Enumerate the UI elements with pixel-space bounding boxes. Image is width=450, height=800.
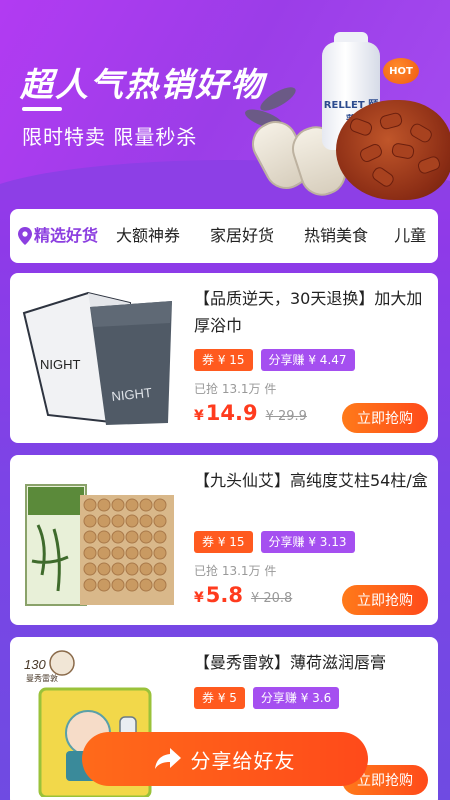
towel-image: NIGHT NIGHT [22, 291, 172, 425]
share-earn-badge: 分享赚 ¥ 3.13 [260, 531, 355, 553]
product-title: 【九头仙艾】高纯度艾柱54柱/盒 [194, 471, 428, 490]
share-arrow-icon [154, 748, 181, 769]
currency-symbol: ¥ [194, 590, 204, 606]
tab-featured[interactable]: 精选好货 [18, 209, 98, 263]
tab-label: 精选好货 [34, 226, 99, 245]
tab-home-goods[interactable]: 家居好货 [210, 209, 274, 263]
product-card[interactable]: 【九头仙艾】高纯度艾柱54柱/盒 券 ¥ 15 分享赚 ¥ 3.13 已抢 13… [10, 455, 438, 625]
promo-banner[interactable]: 超人气热销好物 限时特卖 限量秒杀 RELLET 颐莲 HOT [0, 0, 450, 200]
original-price: ¥ 29.9 [265, 409, 307, 424]
location-pin-icon [18, 227, 32, 245]
sold-count: 已抢 13.1万 件 [194, 564, 277, 578]
buy-now-button[interactable]: 立即抢购 [342, 403, 428, 433]
food-image [336, 100, 450, 200]
price: 5.8 [205, 583, 243, 607]
banner-product-art: RELLET 颐莲 HOT [240, 30, 450, 200]
sold-count: 已抢 13.1万 件 [194, 382, 277, 396]
coupon-badge: 券 ¥ 15 [194, 531, 253, 553]
share-earn-badge: 分享赚 ¥ 4.47 [260, 349, 355, 371]
banner-divider [22, 107, 62, 111]
towel-text-white: NIGHT [40, 357, 81, 372]
coupon-badge: 券 ¥ 15 [194, 349, 253, 371]
brand-number-text: 130 [24, 657, 46, 672]
hot-badge: HOT [383, 58, 419, 84]
price: 14.9 [205, 401, 258, 425]
share-earn-badge: 分享赚 ¥ 3.6 [252, 687, 340, 709]
product-title: 【品质逆天，30天退换】加大加厚浴巾 [194, 289, 423, 335]
banner-subtitle: 限时特卖 限量秒杀 [22, 125, 198, 149]
banner-title: 超人气热销好物 [20, 65, 265, 104]
original-price: ¥ 20.8 [250, 591, 293, 606]
tab-kids[interactable]: 儿童 [394, 209, 426, 263]
coupon-badge: 券 ¥ 5 [194, 687, 245, 709]
product-card[interactable]: NIGHT NIGHT 【品质逆天，30天退换】加大加厚浴巾 券 ¥ 15 分享… [10, 273, 438, 443]
tab-hot-food[interactable]: 热销美食 [304, 209, 368, 263]
share-to-friends-button[interactable]: 分享给好友 [82, 732, 368, 786]
currency-symbol: ¥ [194, 408, 204, 424]
brand-name-text: 曼秀雷敦 [26, 673, 58, 683]
category-tabs: 精选好货 大额神券 家居好货 热销美食 儿童 [10, 209, 438, 263]
moxa-box-image [25, 484, 174, 606]
buy-now-button[interactable]: 立即抢购 [342, 585, 428, 615]
tab-big-coupons[interactable]: 大额神券 [116, 209, 180, 263]
product-title: 【曼秀雷敦】薄荷滋润唇膏 [194, 653, 387, 672]
share-button-label: 分享给好友 [190, 748, 296, 773]
